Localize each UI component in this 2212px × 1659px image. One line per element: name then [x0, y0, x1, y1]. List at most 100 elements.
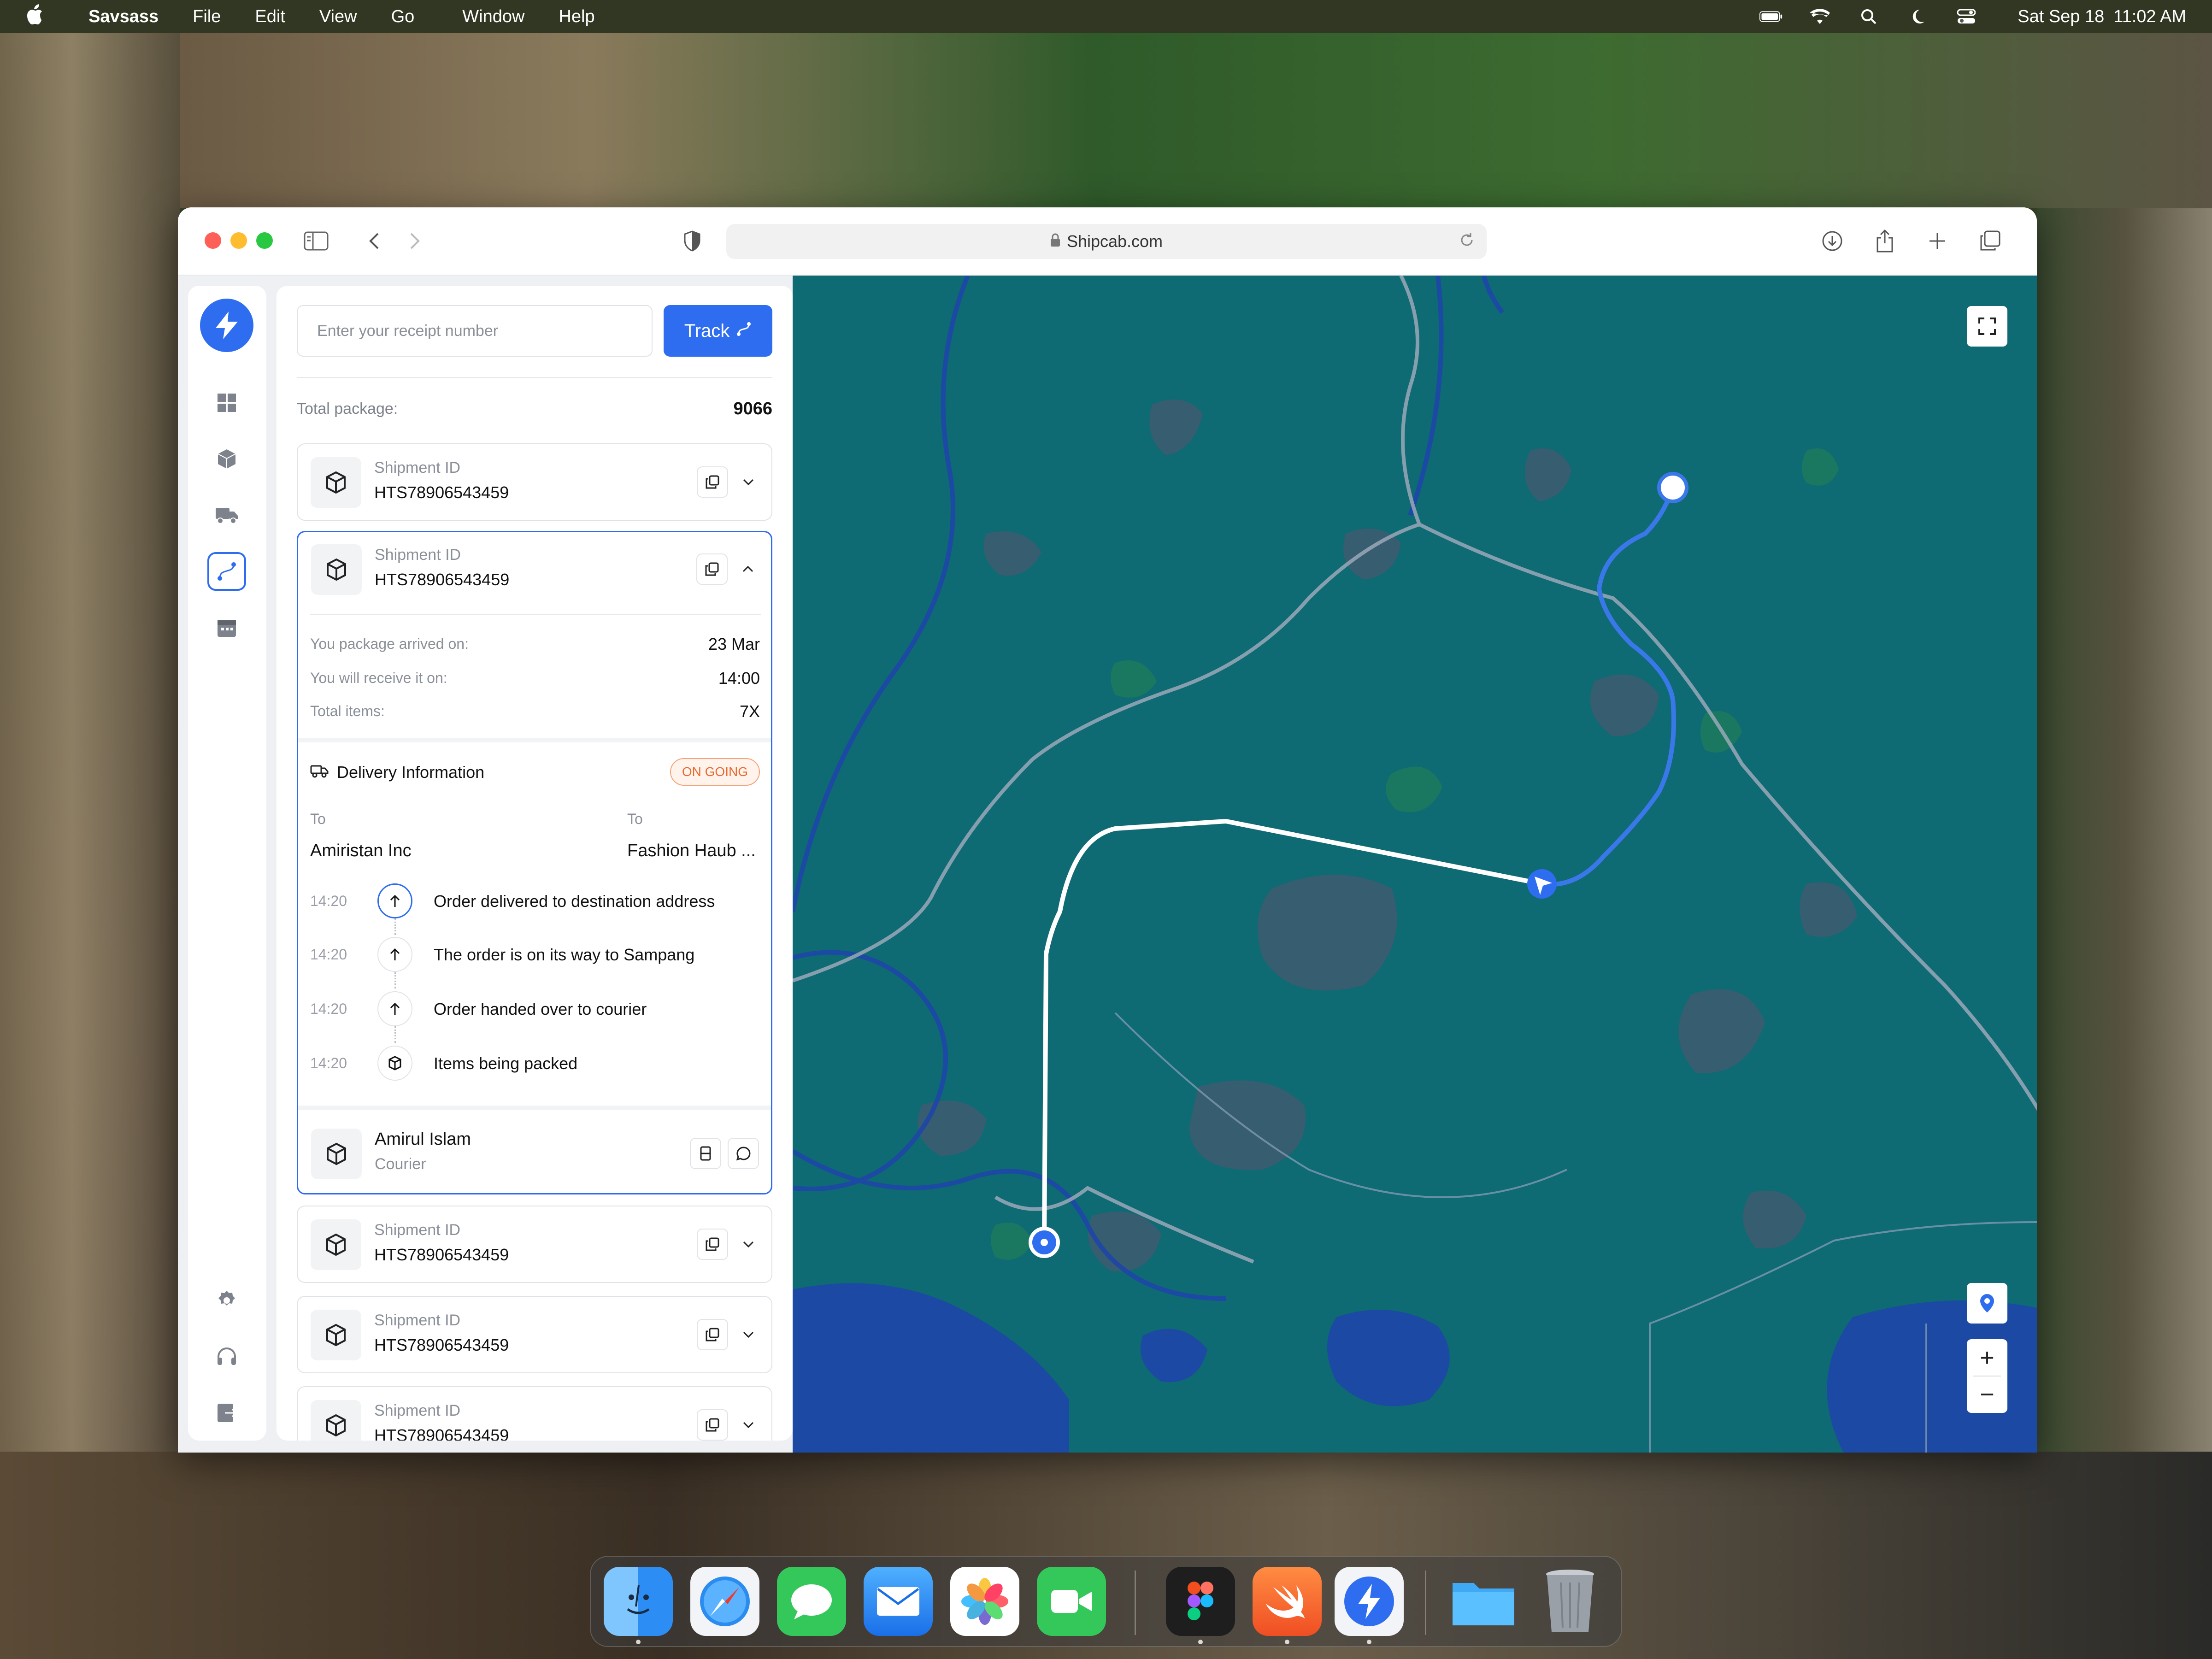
forward-icon[interactable]: [401, 229, 429, 253]
timeline-event: Order delivered to destination address: [434, 892, 715, 911]
shipment-card[interactable]: Shipment ID HTS78906543459: [297, 443, 772, 521]
chevron-down-icon[interactable]: [739, 1325, 758, 1344]
timeline-event: Order handed over to courier: [434, 1000, 647, 1018]
origin-value: Amiristan Inc: [310, 841, 412, 860]
url-bar[interactable]: Shipcab.com: [726, 224, 1487, 259]
nav-rail: [188, 286, 266, 1441]
photos-icon[interactable]: [950, 1567, 1019, 1636]
copy-icon[interactable]: [697, 466, 728, 498]
chevron-down-icon[interactable]: [739, 1235, 758, 1253]
url-text: Shipcab.com: [1066, 232, 1163, 251]
origin-label: To: [310, 811, 326, 827]
nav-tracking[interactable]: [207, 552, 246, 591]
lock-icon: [1050, 233, 1060, 250]
nav-support[interactable]: [207, 1337, 246, 1376]
menu-go[interactable]: Go: [391, 7, 415, 27]
package-icon: [377, 1046, 412, 1081]
destination-label: To: [627, 811, 643, 827]
swift-icon[interactable]: [1253, 1567, 1322, 1636]
chevron-down-icon[interactable]: [739, 473, 758, 491]
moon-icon[interactable]: [1906, 9, 1929, 24]
finder-icon[interactable]: [604, 1567, 673, 1636]
location-pin-icon[interactable]: [1967, 1283, 2007, 1324]
shipment-id-label: Shipment ID: [374, 459, 461, 477]
timeline-event: The order is on its way to Sampang: [434, 945, 695, 964]
copy-icon[interactable]: [697, 1319, 728, 1350]
app-logo[interactable]: [200, 299, 253, 352]
nav-settings[interactable]: [207, 1281, 246, 1320]
nav-calendar[interactable]: [207, 608, 246, 647]
shipment-card-expanded[interactable]: Shipment ID HTS78906543459 You package a…: [297, 531, 772, 1194]
copy-icon[interactable]: [697, 1409, 728, 1441]
destination-value: Fashion Haub ...: [627, 841, 756, 860]
package-icon: [311, 544, 362, 595]
nav-dashboard[interactable]: [207, 383, 246, 422]
courier-name: Amirul Islam: [375, 1130, 471, 1149]
wallpaper-left: [0, 33, 180, 1659]
chevron-down-icon[interactable]: [739, 1416, 758, 1434]
zoom-out-button[interactable]: −: [1967, 1376, 2007, 1413]
shipment-id-label: Shipment ID: [374, 1312, 461, 1329]
spotlight-search-icon[interactable]: [1857, 9, 1880, 24]
nav-delivery[interactable]: [207, 496, 246, 535]
shipment-card[interactable]: Shipment ID HTS78906543459: [297, 1386, 772, 1441]
panel-divider: [297, 377, 772, 378]
zoom-window-button[interactable]: [256, 232, 273, 249]
menu-date[interactable]: Sat Sep 18: [2018, 7, 2104, 27]
call-phone-icon[interactable]: [690, 1138, 721, 1169]
safari-icon[interactable]: [690, 1567, 759, 1636]
share-icon[interactable]: [1871, 229, 1899, 253]
download-icon[interactable]: [1818, 229, 1846, 253]
arrow-up-icon: [377, 883, 412, 918]
close-window-button[interactable]: [205, 232, 221, 249]
chat-bubble-icon[interactable]: [728, 1138, 759, 1169]
apple-icon[interactable]: [26, 4, 53, 29]
arrow-up-icon: [377, 991, 412, 1026]
back-icon[interactable]: [360, 229, 388, 253]
wifi-icon[interactable]: [1808, 9, 1831, 24]
shipment-id-value: HTS78906543459: [374, 1426, 509, 1441]
menu-edit[interactable]: Edit: [255, 7, 285, 27]
zoom-in-button[interactable]: +: [1967, 1339, 2007, 1376]
figma-icon[interactable]: [1166, 1567, 1235, 1636]
shipment-card[interactable]: Shipment ID HTS78906543459: [297, 1206, 772, 1283]
minimize-window-button[interactable]: [230, 232, 247, 249]
items-value: 7X: [739, 702, 760, 721]
copy-icon[interactable]: [696, 553, 728, 585]
fullscreen-icon[interactable]: [1967, 306, 2007, 347]
messages-icon[interactable]: [777, 1567, 846, 1636]
mail-icon[interactable]: [864, 1567, 933, 1636]
trash-icon[interactable]: [1535, 1567, 1605, 1636]
folder-icon[interactable]: [1449, 1567, 1518, 1636]
facetime-icon[interactable]: [1037, 1567, 1106, 1636]
menu-app-name[interactable]: Savsass: [88, 7, 159, 27]
menu-time[interactable]: 11:02 AM: [2113, 7, 2186, 27]
chevron-up-icon[interactable]: [739, 560, 757, 578]
privacy-shield-icon[interactable]: [678, 229, 706, 253]
menu-window[interactable]: Window: [462, 7, 524, 27]
menu-file[interactable]: File: [193, 7, 221, 27]
menu-view[interactable]: View: [319, 7, 357, 27]
delivery-info-title: Delivery Information: [337, 763, 485, 782]
shipcab-app-icon[interactable]: [1335, 1567, 1404, 1636]
nav-logout[interactable]: [207, 1394, 246, 1432]
shipment-panel: Track Total package: 9066 Shipment ID HT…: [276, 286, 793, 1441]
nav-packages[interactable]: [207, 440, 246, 478]
browser-toolbar: Shipcab.com: [178, 207, 2037, 276]
receipt-search-input[interactable]: [297, 305, 653, 357]
battery-icon[interactable]: [1759, 9, 1783, 24]
arrived-label: You package arrived on:: [310, 635, 469, 652]
menu-help[interactable]: Help: [559, 7, 594, 27]
receive-label: You will receive it on:: [310, 670, 447, 686]
tracking-map[interactable]: + −: [793, 276, 2037, 1453]
shipment-card[interactable]: Shipment ID HTS78906543459: [297, 1296, 772, 1373]
new-tab-icon[interactable]: [1924, 229, 1951, 253]
copy-icon[interactable]: [697, 1229, 728, 1260]
tab-overview-icon[interactable]: [1976, 229, 2004, 253]
shipment-id-value: HTS78906543459: [374, 1335, 509, 1354]
dock: [590, 1556, 1622, 1647]
control-center-icon[interactable]: [1955, 9, 1978, 24]
reload-icon[interactable]: [1459, 232, 1475, 252]
track-button[interactable]: Track: [664, 305, 772, 357]
sidebar-toggle-icon[interactable]: [302, 229, 330, 253]
